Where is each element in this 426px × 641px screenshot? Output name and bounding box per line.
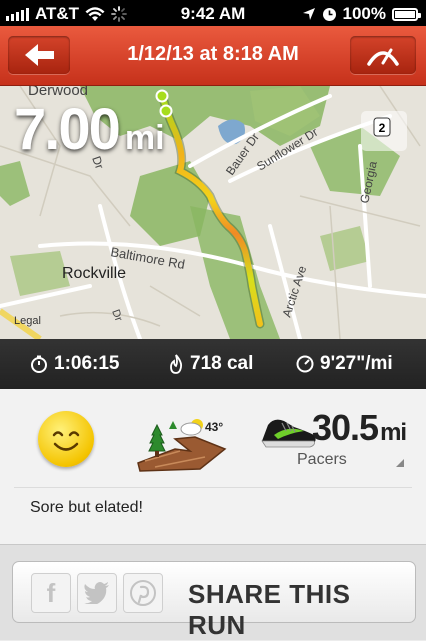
pace-stat: 9'27"/mi [296,353,393,375]
distance-value: 7.00 [14,97,121,162]
battery-percent: 100% [342,4,386,23]
nav-bar: 1/12/13 at 8:18 AM [0,26,426,86]
trail-terrain-icon[interactable]: 43° [135,409,230,474]
speedometer-button[interactable] [350,36,416,74]
summary-divider [14,487,412,488]
pinterest-icon[interactable] [123,573,163,613]
stopwatch-icon [31,355,47,373]
route-shield-marker: 2 [361,111,407,151]
twitter-icon[interactable] [77,573,117,613]
share-label: SHARE THIS RUN [188,579,351,640]
share-run-button[interactable]: f SHARE THIS RUN [12,561,416,640]
status-bar: AT&T 9:42 AM 100% [0,0,426,26]
share-area: f SHARE THIS RUN [0,544,426,640]
shoe-menu-triangle-icon[interactable] [396,459,404,467]
shoe-distance: 30.5mi [312,407,407,448]
duration-stat: 1:06:15 [30,353,120,375]
facebook-icon[interactable]: f [31,573,71,613]
duration-value: 1:06:15 [54,353,120,374]
stats-bar: 1:06:15 718 cal 9'27"/mi [0,339,426,389]
nav-title: 1/12/13 at 8:18 AM [127,43,299,65]
alarm-clock-icon [322,7,336,21]
flame-icon [170,354,183,374]
back-arrow-icon [25,44,54,66]
calories-stat: 718 cal [168,353,253,375]
run-note[interactable]: Sore but elated! [30,499,143,517]
pace-value: 9'27"/mi [320,353,393,374]
battery-icon [392,7,421,21]
partly-cloudy-icon [180,419,203,436]
pace-gauge-icon [296,355,314,373]
distance-unit: mi [124,119,165,157]
speedometer-icon [367,48,399,66]
location-arrow-icon [302,8,315,20]
smiley-face-icon[interactable] [38,411,94,467]
svg-text:2: 2 [379,121,386,135]
calories-value: 718 cal [190,353,254,374]
run-summary: 43° 30.5mi Pacers Sore but elated! [0,389,426,544]
back-button[interactable] [8,36,70,74]
map-label-rockville: Rockville [62,265,126,282]
route-map[interactable]: Derwood Rockville Baltimore Rd Bauer Dr … [0,86,426,339]
shoe-name[interactable]: Pacers [297,451,347,469]
map-legal-link[interactable]: Legal [14,315,41,327]
temperature-value: 43° [205,420,223,434]
running-shoe-icon[interactable] [260,411,318,451]
distance-readout: 7.00 mi [14,96,165,163]
